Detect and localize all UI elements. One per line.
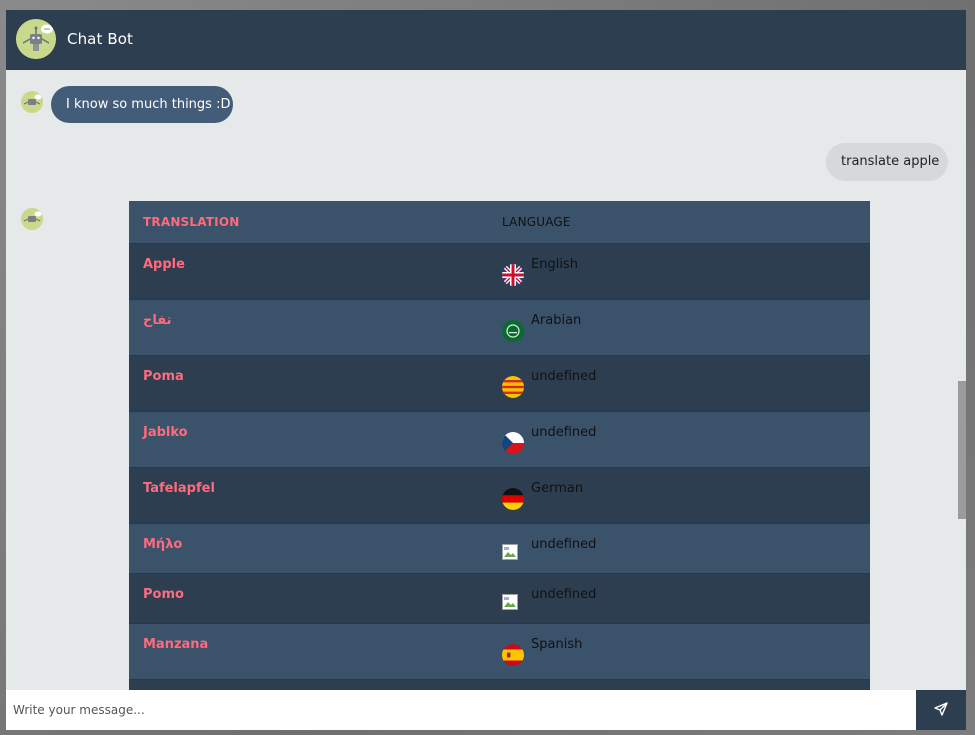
translation-table: TRANSLATION LANGUAGE Apple English تفاح … <box>129 201 870 691</box>
robot-avatar-icon <box>16 19 56 59</box>
language-name: undefined <box>531 425 597 440</box>
table-row: Μήλο undefined <box>129 523 870 573</box>
chat-title: Chat Bot <box>67 30 133 48</box>
uk-flag-icon <box>502 264 524 286</box>
translation-word: Poma <box>143 369 184 384</box>
table-row: Pomo undefined <box>129 573 870 623</box>
table-row: Jablko undefined <box>129 411 870 467</box>
german-flag-icon <box>502 488 524 510</box>
translation-word: Apple <box>143 257 185 272</box>
message-input[interactable] <box>6 690 916 730</box>
language-column-header: LANGUAGE <box>502 215 571 229</box>
table-header-row: TRANSLATION LANGUAGE <box>129 201 870 243</box>
user-message-bubble: translate apple <box>826 143 948 181</box>
table-row: تفاح Arabian <box>129 299 870 355</box>
catalan-flag-icon <box>502 376 524 398</box>
translation-word: تفاح <box>143 313 172 328</box>
translation-word: Jablko <box>143 425 188 440</box>
language-name: English <box>531 257 578 272</box>
translation-word: Μήλο <box>143 537 183 552</box>
message-composer <box>6 690 966 730</box>
broken-image-icon <box>502 594 518 610</box>
bot-message-bubble: I know so much things :D <box>51 86 233 123</box>
bot-avatar-icon <box>21 208 43 230</box>
send-button[interactable] <box>916 690 966 730</box>
table-row: Tafelapfel German <box>129 467 870 523</box>
spanish-flag-icon <box>502 644 524 666</box>
chat-scrollbar-thumb[interactable] <box>958 381 966 519</box>
language-name: German <box>531 481 584 496</box>
language-name: Spanish <box>531 637 583 652</box>
translation-column-header: TRANSLATION <box>143 215 240 229</box>
table-row: Poma undefined <box>129 355 870 411</box>
saudi-flag-icon <box>502 320 524 342</box>
chat-window: Chat Bot I know so much things :D transl… <box>6 10 966 730</box>
send-icon <box>934 701 948 719</box>
translation-word: Tafelapfel <box>143 481 215 496</box>
czech-flag-icon <box>502 432 524 454</box>
broken-image-icon <box>502 544 518 560</box>
table-row: Manzana Spanish <box>129 623 870 679</box>
translation-word: Manzana <box>143 637 209 652</box>
language-name: undefined <box>531 537 597 552</box>
language-name: undefined <box>531 369 597 384</box>
translation-word: Pomo <box>143 587 184 602</box>
language-name: undefined <box>531 587 597 602</box>
table-row: Apple English <box>129 243 870 299</box>
language-name: Arabian <box>531 313 582 328</box>
chat-header: Chat Bot <box>6 10 966 70</box>
bot-avatar-icon <box>21 91 43 113</box>
